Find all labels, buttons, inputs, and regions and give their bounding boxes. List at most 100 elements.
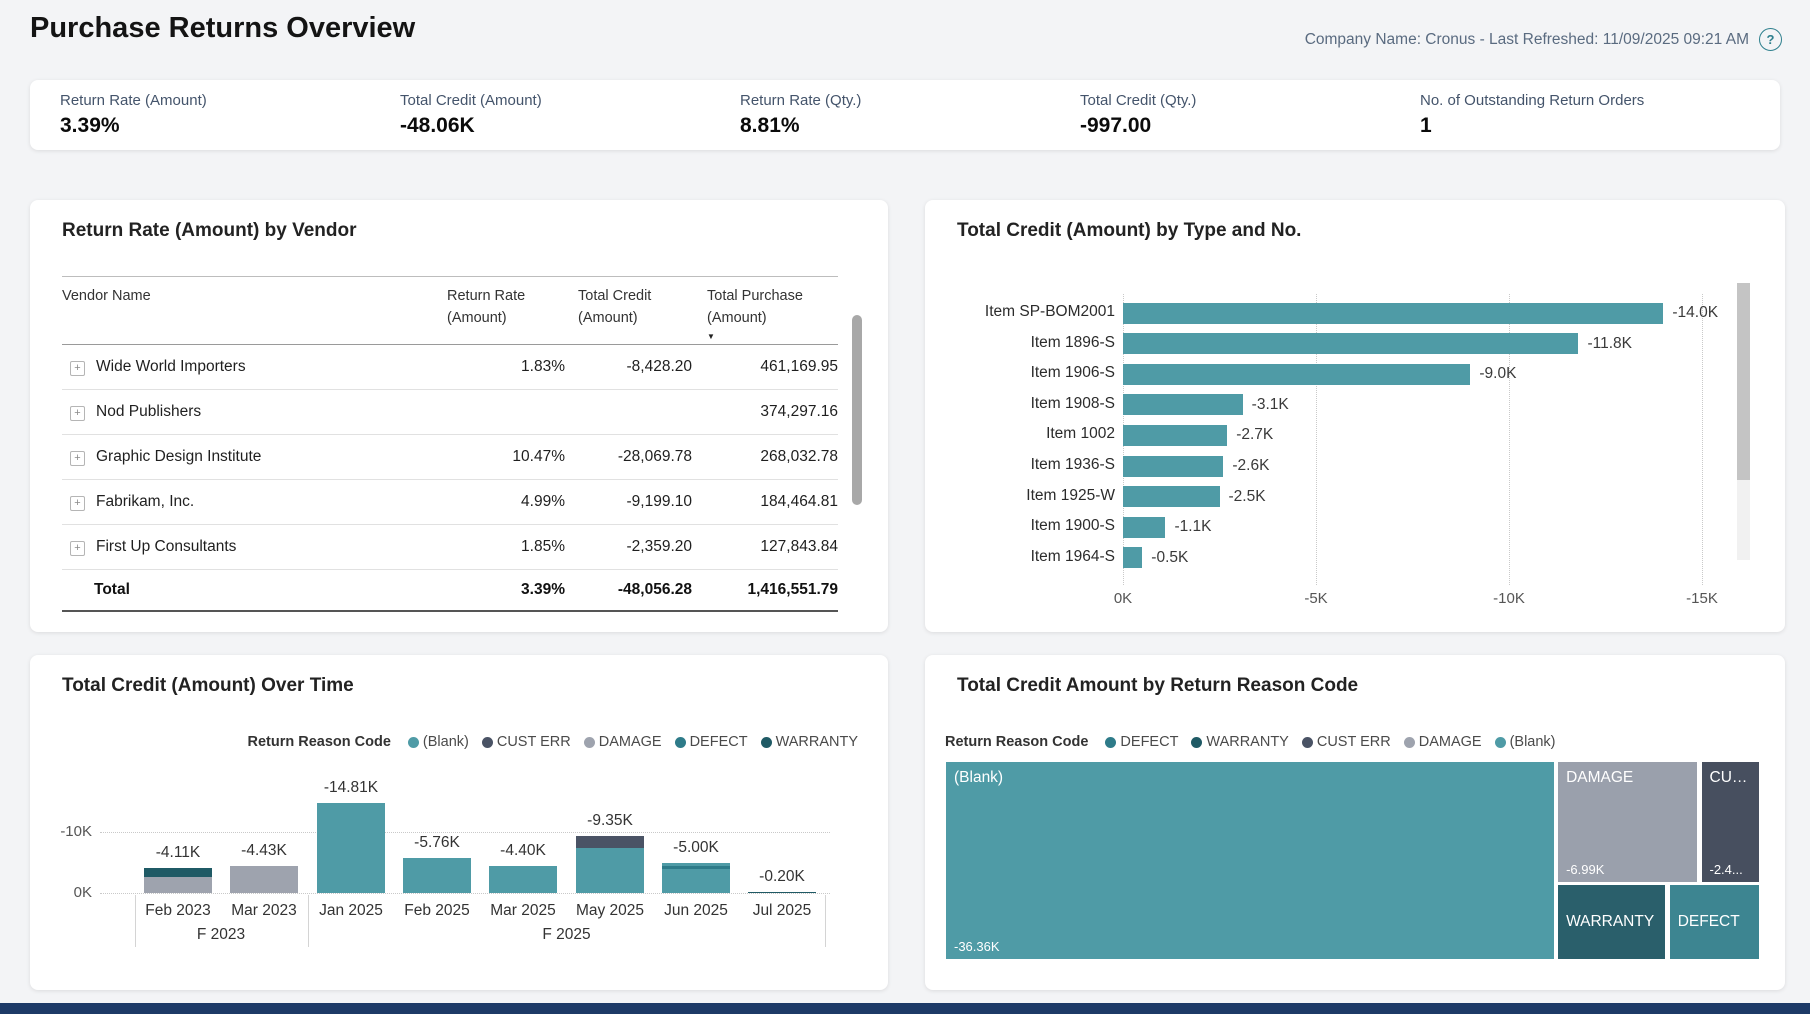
treemap-node-label: DEFECT xyxy=(1670,913,1740,931)
table-row[interactable]: +Graphic Design Institute10.47%-28,069.7… xyxy=(62,435,838,480)
gridline xyxy=(1702,294,1703,585)
column-total-label: -0.20K xyxy=(737,868,827,886)
table-row[interactable]: +Nod Publishers374,297.16 xyxy=(62,390,838,435)
legend-dot xyxy=(1495,737,1506,748)
chart-scrollbar-thumb[interactable] xyxy=(1737,283,1750,480)
bar-value-label: -2.5K xyxy=(1229,488,1266,506)
dashboard-page: Purchase Returns Overview Company Name: … xyxy=(0,0,1810,1014)
treemap-node-cust-err[interactable]: CUST ERR-2.4... xyxy=(1701,761,1760,883)
legend-item-damage[interactable]: DAMAGE xyxy=(1404,734,1482,750)
axis-group-separator xyxy=(825,895,826,947)
help-icon[interactable]: ? xyxy=(1759,28,1782,51)
total-credit-cell: -2,359.20 xyxy=(565,538,692,556)
bar[interactable] xyxy=(1123,333,1578,354)
bar[interactable] xyxy=(1123,517,1165,538)
gridline xyxy=(100,893,830,894)
bar-category-label: Item 1908-S xyxy=(925,395,1115,413)
column-segment--blank-[interactable] xyxy=(662,863,730,866)
y-axis-tick: 0K xyxy=(48,884,92,901)
bar-category-label: Item 1002 xyxy=(925,425,1115,443)
total-label: Total xyxy=(94,581,130,598)
kpi-value: 1 xyxy=(1420,114,1644,138)
table-row[interactable]: +Wide World Importers1.83%-8,428.20461,1… xyxy=(62,345,838,390)
treemap-node--blank-[interactable]: (Blank)-36.36K xyxy=(945,761,1555,960)
bar-category-label: Item 1964-S xyxy=(925,548,1115,566)
bar-value-label: -14.0K xyxy=(1672,304,1718,322)
column-segment-damage[interactable] xyxy=(144,877,212,893)
x-axis-category: Feb 2023 xyxy=(133,902,223,920)
kpi-5: No. of Outstanding Return Orders1 xyxy=(1420,92,1644,138)
kpi-value: 8.81% xyxy=(740,114,861,138)
column-segment-damage[interactable] xyxy=(230,866,298,893)
x-axis-category: Jan 2025 xyxy=(306,902,396,920)
bar[interactable] xyxy=(1123,364,1470,385)
table-header-row: Vendor NameReturn Rate(Amount)Total Cred… xyxy=(62,276,838,345)
treemap-node-warranty[interactable]: WARRANTY xyxy=(1557,884,1666,960)
reason-code-treemap-panel: Total Credit Amount by Return Reason Cod… xyxy=(925,655,1785,990)
kpi-3: Return Rate (Qty.)8.81% xyxy=(740,92,861,138)
column-segment-cust-err[interactable] xyxy=(576,836,644,848)
vendor-name: Fabrikam, Inc. xyxy=(96,493,194,510)
expand-icon[interactable]: + xyxy=(70,406,85,421)
bar-value-label: -2.6K xyxy=(1232,457,1269,475)
reason-code-legend: Return Reason Code DEFECT WARRANTY CUST ERR… xyxy=(945,734,1556,750)
column-total-label: -5.76K xyxy=(392,834,482,852)
x-axis-category: Jun 2025 xyxy=(651,902,741,920)
total-label-cell: Total xyxy=(62,581,445,599)
bar-category-label: Item 1925-W xyxy=(925,487,1115,505)
bar-value-label: -2.7K xyxy=(1236,426,1273,444)
column-header-total-credit[interactable]: Total Credit(Amount) xyxy=(565,286,692,344)
column-segment--blank-[interactable] xyxy=(576,848,644,893)
column-total-label: -4.43K xyxy=(219,842,309,860)
vendor-table-scrollbar[interactable] xyxy=(852,315,862,505)
treemap-node-defect[interactable]: DEFECT xyxy=(1669,884,1760,960)
column-segment-warranty[interactable] xyxy=(144,868,212,877)
x-axis-category: May 2025 xyxy=(565,902,655,920)
table-row[interactable]: +First Up Consultants1.85%-2,359.20127,8… xyxy=(62,525,838,570)
treemap-node-label: WARRANTY xyxy=(1558,913,1654,931)
column-segment--blank-[interactable] xyxy=(489,866,557,893)
treemap-node-damage[interactable]: DAMAGE-6.99K xyxy=(1557,761,1698,883)
legend-item-cust-err[interactable]: CUST ERR xyxy=(1302,734,1391,750)
bar[interactable] xyxy=(1123,547,1142,568)
vendor-table-panel: Return Rate (Amount) by Vendor Vendor Na… xyxy=(30,200,888,632)
vendor-name: Graphic Design Institute xyxy=(96,448,261,465)
column-segment-defect[interactable] xyxy=(662,866,730,869)
column-header-total-purchase[interactable]: Total Purchase(Amount)▼ xyxy=(692,286,838,344)
credit-over-time-chart: 0K-10K-4.11KFeb 2023-4.43KMar 2023-14.81… xyxy=(30,655,888,990)
bar[interactable] xyxy=(1123,394,1243,415)
column-segment-warranty[interactable] xyxy=(748,892,816,894)
table-row[interactable]: +Fabrikam, Inc.4.99%-9,199.10184,464.81 xyxy=(62,480,838,525)
axis-group-separator xyxy=(308,895,309,947)
total-credit-cell: -9,199.10 xyxy=(565,493,692,511)
bar[interactable] xyxy=(1123,486,1220,507)
bar[interactable] xyxy=(1123,425,1227,446)
legend-label: DAMAGE xyxy=(1419,734,1482,750)
expand-icon[interactable]: + xyxy=(70,541,85,556)
column-segment--blank-[interactable] xyxy=(317,803,385,893)
kpi-1: Return Rate (Amount)3.39% xyxy=(60,92,207,138)
expand-icon[interactable]: + xyxy=(70,361,85,376)
kpi-2: Total Credit (Amount)-48.06K xyxy=(400,92,542,138)
column-segment--blank-[interactable] xyxy=(662,869,730,893)
column-header-vendor-name[interactable]: Vendor Name xyxy=(62,286,445,344)
bar[interactable] xyxy=(1123,303,1663,324)
column-header-return-rate[interactable]: Return Rate(Amount) xyxy=(445,286,565,344)
legend-item-warranty[interactable]: WARRANTY xyxy=(1191,734,1288,750)
vendor-name-cell: +First Up Consultants xyxy=(62,538,445,556)
expand-icon[interactable]: + xyxy=(70,496,85,511)
vendor-table-title: Return Rate (Amount) by Vendor xyxy=(62,220,357,242)
bar-value-label: -9.0K xyxy=(1479,365,1516,383)
legend-title: Return Reason Code xyxy=(945,734,1088,750)
bar-value-label: -3.1K xyxy=(1252,396,1289,414)
legend-label: CUST ERR xyxy=(1317,734,1391,750)
x-axis-category: Feb 2025 xyxy=(392,902,482,920)
expand-icon[interactable]: + xyxy=(70,451,85,466)
credit-over-time-panel: Total Credit (Amount) Over Time Return R… xyxy=(30,655,888,990)
legend-item--blank-[interactable]: (Blank) xyxy=(1495,734,1556,750)
sort-descending-icon[interactable]: ▼ xyxy=(707,331,838,343)
bar[interactable] xyxy=(1123,456,1223,477)
treemap-node-label: DAMAGE xyxy=(1566,769,1633,787)
column-segment--blank-[interactable] xyxy=(403,858,471,893)
legend-item-defect[interactable]: DEFECT xyxy=(1105,734,1178,750)
